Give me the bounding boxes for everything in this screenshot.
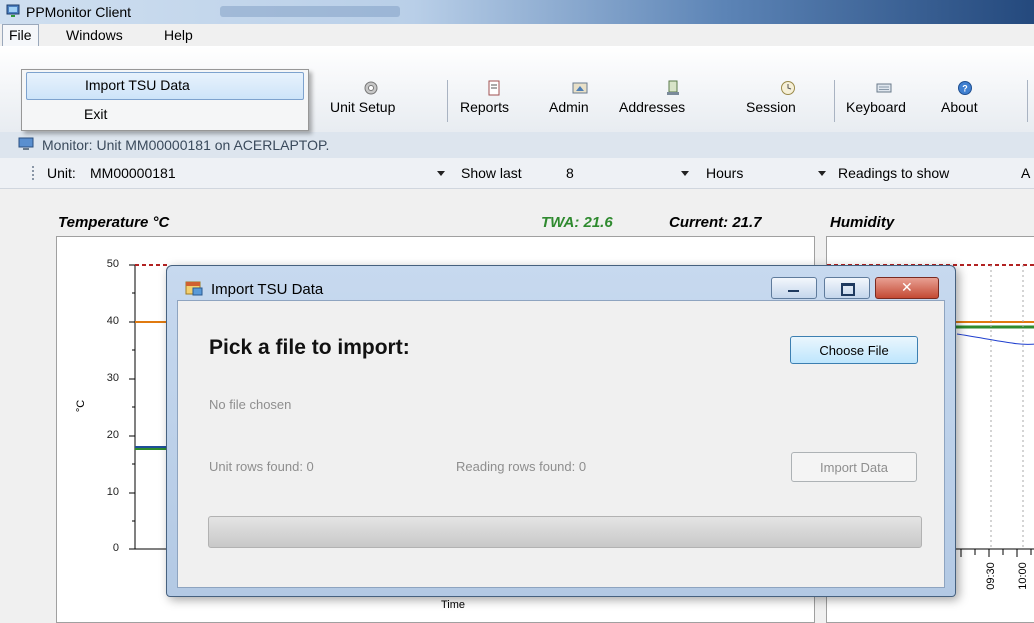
twa-value: TWA: 21.6 [541,214,613,231]
import-progress-bar [208,516,922,548]
humidity-title: Humidity [830,214,895,231]
show-last-select[interactable]: 8 [566,165,574,181]
reports-icon [488,80,500,96]
x-tick-label: 10:00 [1016,562,1029,590]
chevron-down-icon[interactable] [437,171,445,176]
readings-select[interactable]: A [1021,165,1030,181]
chevron-down-icon[interactable] [681,171,689,176]
x-axis-label: Time [441,599,466,611]
unit-rows-label: Unit rows found: 0 [209,459,314,474]
minimize-icon [788,290,799,292]
maximize-button[interactable] [824,277,870,299]
chevron-down-icon[interactable] [818,171,826,176]
menu-help[interactable]: Help [164,27,193,43]
y-tick-label: 20 [106,429,119,441]
import-data-button[interactable]: Import Data [791,452,917,482]
about-icon: ? [958,81,972,95]
menu-item-label: Exit [84,106,108,122]
x-tick-label: 09:30 [984,562,997,590]
dialog-title: Import TSU Data [211,281,324,298]
toolbar-separator [1027,80,1028,122]
temperature-title: Temperature °C [58,214,170,231]
y-tick-label: 30 [106,372,119,384]
window-icon [185,281,203,296]
menu-item-import-tsu-data[interactable]: Import TSU Data [26,72,304,100]
toolbar-admin-button[interactable]: Admin [549,99,589,115]
humidity-series-line [956,333,1034,345]
maximize-icon [841,283,855,296]
current-value: Current: 21.7 [669,214,762,231]
unit-select[interactable]: MM00000181 [90,165,176,181]
window-title: PPMonitor Client [26,4,132,20]
period-select[interactable]: Hours [706,165,743,181]
y-tick-label: 0 [112,542,119,554]
monitor-label: Monitor: Unit MM00000181 on ACERLAPTOP. [42,137,330,153]
menu-file[interactable]: File [2,24,39,47]
dialog-body: Pick a file to import: Choose File No fi… [177,300,945,588]
title-blur [220,6,400,17]
monitor-icon [18,137,34,150]
no-file-label: No file chosen [209,397,292,412]
y-tick-label: 40 [106,315,119,327]
toolbar-separator [447,80,448,122]
close-icon: ✕ [901,279,913,295]
toolbar-reports-button[interactable]: Reports [460,99,509,115]
show-last-label: Show last [461,165,522,181]
import-dialog: Import TSU Data ✕ Pick a file to import:… [166,265,956,597]
monitor-bar: Monitor: Unit MM00000181 on ACERLAPTOP. [0,132,1034,159]
toolbar-grip[interactable] [32,166,36,180]
gear-icon [364,81,378,95]
y-tick-label: 50 [106,258,119,270]
toolbar-addresses-button[interactable]: Addresses [619,99,685,115]
dialog-heading: Pick a file to import: [209,336,410,359]
addresses-icon [667,80,679,95]
reading-rows-label: Reading rows found: 0 [456,459,587,474]
y-tick-label: 10 [106,486,119,498]
unit-label: Unit: [47,165,76,181]
toolbar-unit-setup-button[interactable]: Unit Setup [330,99,395,115]
monitor-app-icon [6,4,20,17]
filter-bar: Unit: MM00000181 Show last 8 Hours Readi… [0,158,1034,189]
menubar: File Windows Help [0,24,1034,47]
window-titlebar: PPMonitor Client [0,0,1034,24]
menu-item-label: Import TSU Data [85,77,190,93]
minimize-button[interactable] [771,277,817,299]
toolbar-session-button[interactable]: Session [746,99,796,115]
close-button[interactable]: ✕ [875,277,939,299]
keyboard-icon [876,83,892,93]
y-axis-label: °C [75,399,88,413]
svg-text:?: ? [962,84,968,94]
menu-item-exit[interactable]: Exit [26,102,302,128]
readings-label: Readings to show [838,165,950,181]
toolbar-separator [834,80,835,122]
choose-file-button[interactable]: Choose File [790,336,918,364]
file-menu-dropdown: Import TSU Data Exit [21,69,309,131]
toolbar-about-button[interactable]: About [941,99,978,115]
menu-windows[interactable]: Windows [66,27,123,43]
toolbar-keyboard-button[interactable]: Keyboard [846,99,906,115]
admin-icon [572,82,588,94]
session-icon [781,81,795,95]
